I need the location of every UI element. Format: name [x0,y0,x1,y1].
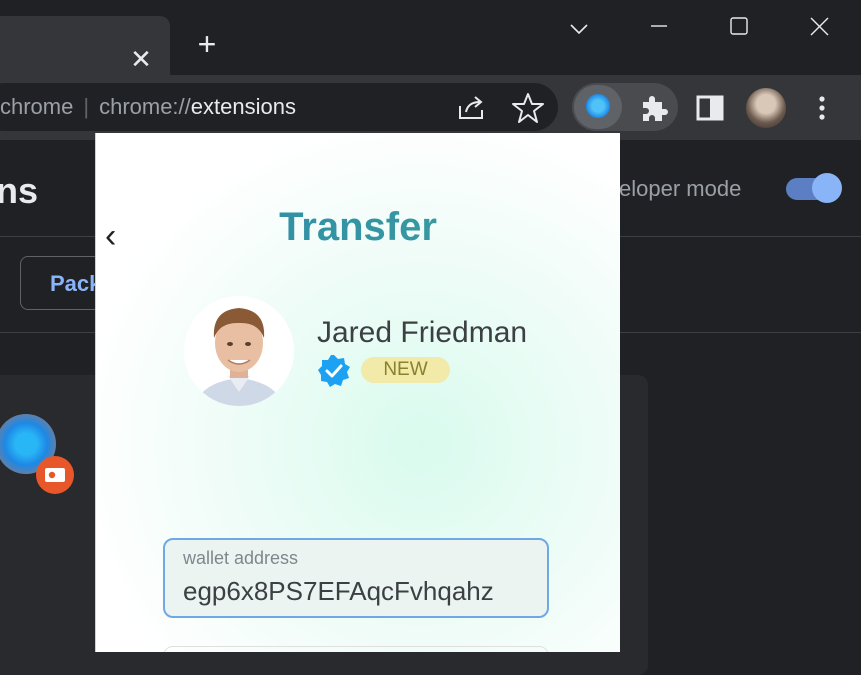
url-separator: | [83,94,90,119]
maximize-icon[interactable] [724,14,754,44]
chevron-down-icon[interactable] [564,14,594,44]
url-scheme-label: chrome [0,94,74,119]
verified-badge-icon [318,355,350,387]
contact-avatar [184,296,294,406]
wallet-badge-icon [36,456,74,494]
side-panel-icon[interactable] [692,90,728,126]
toggle-knob[interactable] [812,173,842,203]
amount-field[interactable] [163,646,549,652]
minimize-icon[interactable] [644,14,674,44]
window-close-icon[interactable] [804,14,834,44]
contact-photo [184,296,294,406]
url-text[interactable]: chrome | chrome://extensions [0,83,296,131]
wallet-address-field[interactable]: wallet address egp6x8PS7EFAqcFvhqahz [163,538,549,618]
share-icon[interactable] [454,90,490,126]
wallet-address-value[interactable]: egp6x8PS7EFAqcFvhqahz [183,576,538,607]
profile-avatar[interactable] [746,88,786,128]
more-vert-icon[interactable] [804,90,840,126]
browser-toolbar: chrome | chrome://extensions [0,75,861,140]
extension-active-icon[interactable] [586,94,610,118]
contact-name: Jared Friedman [317,316,528,349]
url-prefix: chrome:// [99,94,191,119]
star-icon[interactable] [510,90,546,126]
page-title: ns [0,170,39,211]
url-host: extensions [190,94,296,119]
puzzle-icon[interactable] [636,90,672,126]
new-badge: NEW [361,357,450,383]
tab-close-icon[interactable]: ✕ [128,46,154,72]
browser-tab[interactable]: ✕ [0,16,170,75]
extension-popup: ‹ Transfer Jared Friedman NEW wallet add… [95,133,620,652]
title-bar: ✕ + [0,0,861,75]
developer-mode-label: veloper mode [608,176,742,201]
popup-title: Transfer [96,205,620,250]
wallet-address-label: wallet address [183,548,299,568]
new-tab-button[interactable]: + [192,28,222,60]
